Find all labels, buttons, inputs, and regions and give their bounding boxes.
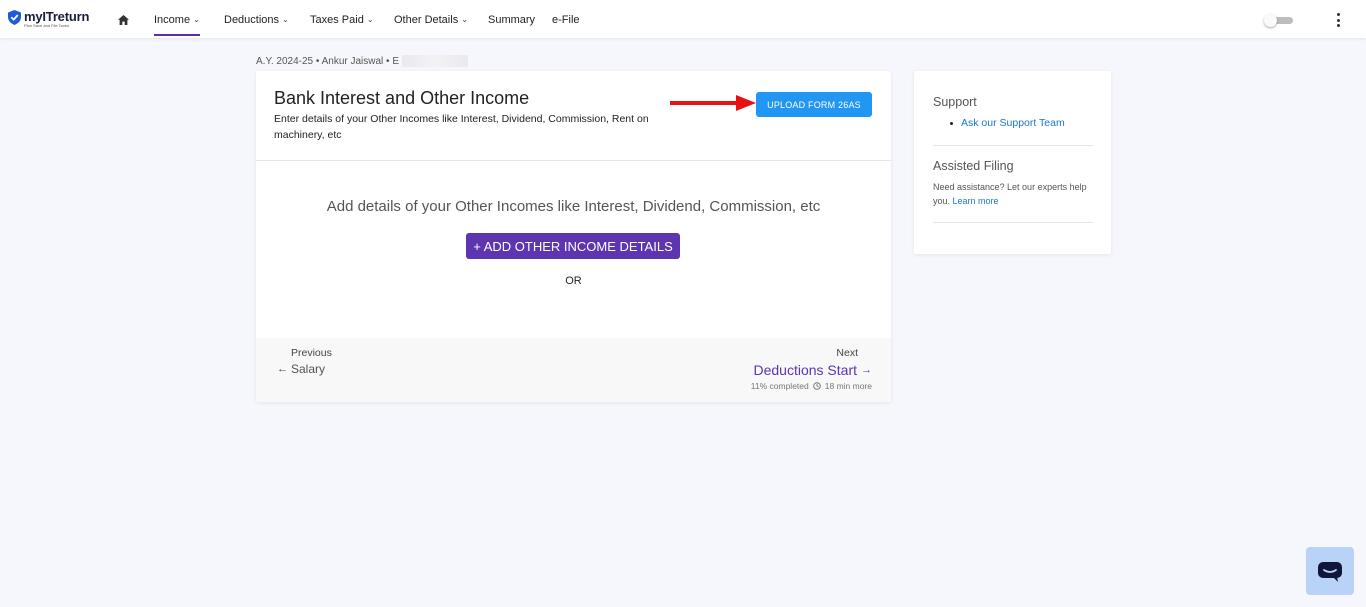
arrow-right-icon: → [861,364,872,376]
nav-other-details[interactable]: Other Details ⌄ [394,14,468,26]
nav-deductions[interactable]: Deductions ⌄ [224,14,289,26]
nav-other-details-label: Other Details [394,14,459,26]
page-title: Bank Interest and Other Income [274,88,530,108]
or-separator: OR [565,275,582,287]
home-icon[interactable] [118,15,129,25]
top-nav-bar: myITreturn Plan Save and File Taxes Inco… [0,0,1366,38]
support-team-link[interactable]: Ask our Support Team [950,117,1065,129]
chevron-down-icon: ⌄ [366,14,374,24]
assisted-filing-heading: Assisted Filing [933,159,1014,173]
page-description: Enter details of your Other Incomes like… [274,113,649,141]
empty-state-text: Add details of your Other Incomes like I… [326,198,821,215]
next-link[interactable]: Next Deductions Start → 11% completed 18… [751,347,872,391]
nav-taxes-paid[interactable]: Taxes Paid ⌄ [310,14,374,26]
card-header: Bank Interest and Other Income Enter det… [256,71,891,161]
nav-efile-label: e-File [552,14,580,26]
divider [933,222,1093,223]
clock-icon [812,382,821,390]
logo[interactable]: myITreturn Plan Save and File Taxes [8,10,89,28]
support-heading: Support [933,95,977,109]
redacted-text [402,55,469,67]
progress-info: 11% completed 18 min more [751,381,872,391]
add-other-income-button[interactable]: + ADD OTHER INCOME DETAILS [466,233,680,259]
chat-icon [1318,562,1342,582]
card-footer: Previous ← Salary Next Deductions Start … [256,338,891,402]
chat-widget-button[interactable] [1306,547,1354,595]
toggle-knob [1264,14,1277,27]
next-target: Deductions Start [753,362,858,378]
time-remaining: 18 min more [824,381,872,391]
assisted-filing-text: Need assistance? Let our experts help yo… [933,180,1093,208]
nav-summary-label: Summary [488,14,536,26]
nav-summary[interactable]: Summary [488,14,535,26]
previous-link[interactable]: Previous ← Salary [277,347,332,376]
nav-income-label: Income [154,14,191,26]
breadcrumb-text: A.Y. 2024-25 • Ankur Jaiswal • E [256,55,400,67]
chevron-down-icon: ⌄ [193,14,200,24]
nav-efile[interactable]: e-File [552,14,580,26]
more-vert-icon[interactable] [1334,13,1342,27]
support-panel: Support Ask our Support Team Assisted Fi… [914,71,1111,254]
next-label: Next [836,347,858,359]
theme-toggle[interactable] [1264,14,1293,27]
progress-text: 11% completed [750,381,809,391]
nav-taxes-paid-label: Taxes Paid [310,14,364,26]
nav-deductions-label: Deductions [224,14,280,26]
support-link-label: Ask our Support Team [961,117,1065,129]
learn-more-link[interactable]: Learn more [953,196,999,206]
upload-form-26as-button[interactable]: UPLOAD FORM 26AS [756,92,872,117]
other-income-card: Bank Interest and Other Income Enter det… [256,71,891,402]
shield-check-icon [8,10,21,25]
chevron-down-icon: ⌄ [461,14,468,24]
logo-name: myITreturn [24,9,90,24]
bullet-icon [950,121,953,125]
previous-label: Previous [291,347,332,359]
arrow-left-icon: ← [277,363,288,375]
chevron-down-icon: ⌄ [282,14,289,24]
logo-tagline: Plan Save and File Taxes [24,23,70,28]
divider [933,145,1093,146]
previous-target: Salary [291,362,326,376]
nav-income[interactable]: Income ⌄ [154,14,200,36]
breadcrumb: A.Y. 2024-25 • Ankur Jaiswal • E [256,55,469,67]
red-arrow-annotation-icon [670,95,756,111]
